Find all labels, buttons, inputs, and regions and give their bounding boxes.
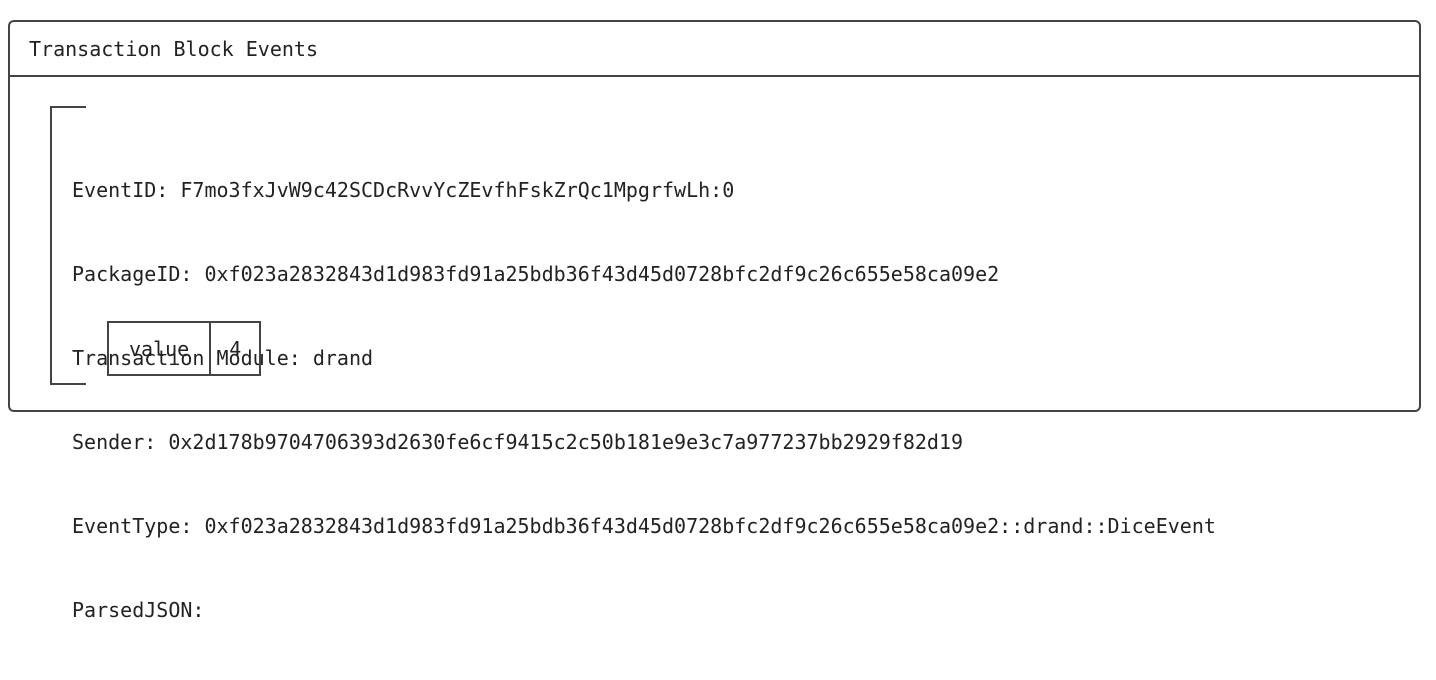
event-bracket-top: [50, 106, 86, 108]
table-row: value 4: [106, 321, 262, 376]
panel-header: Transaction Block Events: [10, 22, 1419, 77]
parsed-json-value: 4: [209, 321, 262, 376]
transaction-block-events-panel: Transaction Block Events EventID: F7mo3f…: [8, 20, 1421, 622]
parsed-json-table: value 4: [106, 321, 262, 376]
event-bracket-line: [50, 106, 52, 385]
parsed-json-key: value: [106, 321, 212, 376]
sender-value: 0x2d178b9704706393d2630fe6cf9415c2c50b18…: [168, 430, 964, 454]
parsed-json-label: ParsedJSON:: [72, 598, 205, 622]
event-details: EventID: F7mo3fxJvW9c42SCDcRvvYcZEvfhFsk…: [72, 120, 1216, 680]
sender-row: Sender: 0x2d178b9704706393d2630fe6cf9415…: [72, 428, 1216, 456]
parsed-json-row: ParsedJSON:: [72, 596, 1216, 624]
event-id-label: EventID:: [72, 178, 181, 202]
event-type-row: EventType: 0xf023a2832843d1d983fd91a25bd…: [72, 512, 1216, 540]
event-id-row: EventID: F7mo3fxJvW9c42SCDcRvvYcZEvfhFsk…: [72, 176, 1216, 204]
sender-label: Sender:: [72, 430, 169, 454]
panel-title: Transaction Block Events: [29, 36, 318, 61]
event-type-value: 0xf023a2832843d1d983fd91a25bdb36f43d45d0…: [204, 514, 1216, 538]
package-id-row: PackageID: 0xf023a2832843d1d983fd91a25bd…: [72, 260, 1216, 288]
transaction-module-value: drand: [312, 346, 374, 370]
package-id-label: PackageID:: [72, 262, 205, 286]
event-id-value: F7mo3fxJvW9c42SCDcRvvYcZEvfhFskZrQc1Mpgr…: [180, 178, 735, 202]
event-entry: EventID: F7mo3fxJvW9c42SCDcRvvYcZEvfhFsk…: [50, 106, 1410, 622]
event-type-label: EventType:: [72, 514, 205, 538]
package-id-value: 0xf023a2832843d1d983fd91a25bdb36f43d45d0…: [204, 262, 1000, 286]
